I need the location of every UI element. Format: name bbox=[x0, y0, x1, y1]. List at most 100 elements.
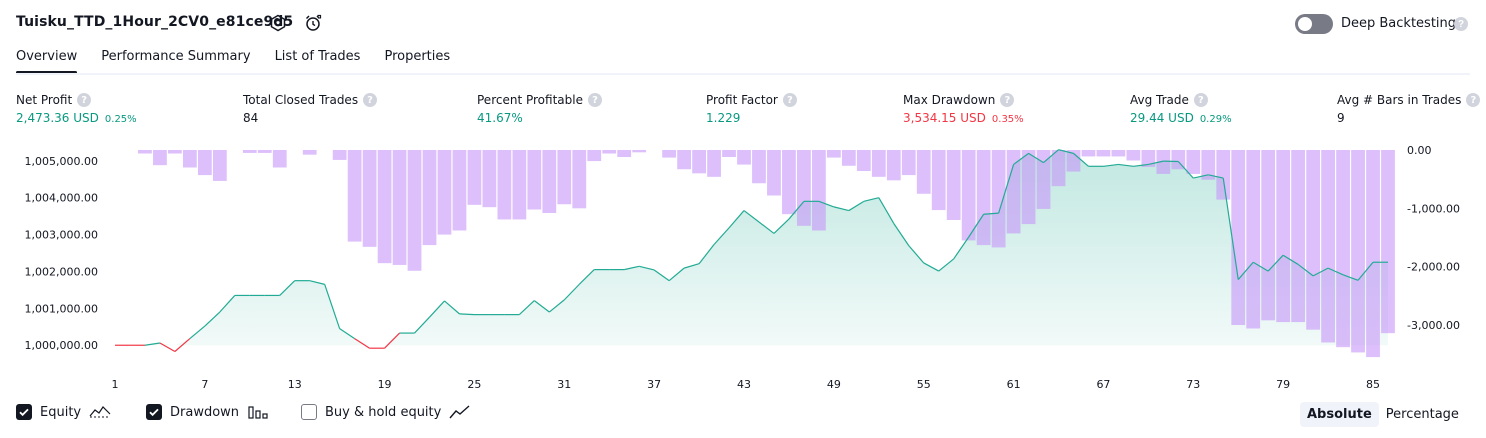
y-axis-right-tick: -3,000.00 bbox=[1407, 319, 1460, 332]
drawdown-bar bbox=[692, 150, 706, 174]
drawdown-bar bbox=[946, 150, 961, 220]
equity-area bbox=[115, 149, 1388, 346]
deep-backtesting-toggle[interactable] bbox=[1295, 14, 1333, 34]
drawdown-bar bbox=[677, 150, 691, 170]
metric-avg-bars-in-trades: Avg # Bars in Trades? 9 bbox=[1337, 93, 1481, 125]
drawdown-bar bbox=[1336, 150, 1350, 348]
drawdown-bar bbox=[901, 150, 916, 176]
drawdown-bar bbox=[542, 150, 557, 213]
drawdown-bar bbox=[752, 150, 766, 184]
drawdown-bar bbox=[812, 150, 826, 231]
drawdown-bar bbox=[737, 150, 751, 165]
drawdown-bars-icon bbox=[248, 406, 268, 419]
y-axis-left-tick: 1,001,000.00 bbox=[25, 302, 98, 315]
settings-gear-icon[interactable] bbox=[268, 13, 288, 33]
drawdown-bar bbox=[347, 150, 362, 242]
info-icon[interactable]: ? bbox=[363, 93, 378, 107]
drawdown-bar bbox=[602, 150, 617, 154]
metric-value: 2,473.36 USD bbox=[16, 111, 99, 125]
drawdown-bar bbox=[1216, 150, 1231, 200]
drawdown-bar bbox=[482, 150, 497, 208]
drawdown-bar bbox=[1186, 150, 1201, 174]
metric-value: 84 bbox=[243, 111, 259, 125]
metric-label: Percent Profitable bbox=[477, 93, 583, 107]
drawdown-bar bbox=[467, 150, 482, 205]
drawdown-bar bbox=[871, 150, 886, 177]
equity-checkbox[interactable] bbox=[16, 404, 32, 420]
drawdown-bar bbox=[557, 150, 572, 205]
x-axis-tick: 73 bbox=[1186, 378, 1200, 391]
drawdown-bar bbox=[407, 150, 422, 271]
x-axis-tick: 7 bbox=[201, 378, 208, 391]
drawdown-label: Drawdown bbox=[170, 404, 240, 420]
x-axis-tick: 61 bbox=[1007, 378, 1021, 391]
drawdown-bar bbox=[662, 150, 677, 158]
drawdown-bar bbox=[182, 150, 197, 168]
buy-hold-line-icon bbox=[449, 405, 470, 419]
drawdown-bar bbox=[1261, 150, 1276, 321]
metric-percent: 0.35% bbox=[991, 114, 1024, 125]
info-icon[interactable]: ? bbox=[587, 93, 602, 107]
drawdown-checkbox[interactable] bbox=[146, 404, 162, 420]
info-icon[interactable]: ? bbox=[1000, 93, 1015, 107]
x-axis-tick: 49 bbox=[827, 378, 841, 391]
drawdown-bar bbox=[153, 150, 167, 166]
tab-list-of-trades[interactable]: List of Trades bbox=[275, 48, 361, 74]
drawdown-bar bbox=[302, 150, 317, 155]
info-icon[interactable]: ? bbox=[782, 93, 797, 107]
drawdown-bar bbox=[1246, 150, 1261, 329]
metric-label: Avg Trade bbox=[1130, 93, 1189, 107]
absolute-button[interactable]: Absolute bbox=[1300, 401, 1379, 427]
metric-value: 9 bbox=[1337, 111, 1345, 125]
metric-value: 41.67% bbox=[477, 111, 523, 125]
metric-profit-factor: Profit Factor? 1.229 bbox=[706, 93, 797, 125]
drawdown-bar bbox=[1231, 150, 1246, 325]
y-axis-left-tick: 1,004,000.00 bbox=[25, 192, 98, 205]
drawdown-bar bbox=[826, 150, 841, 158]
drawdown-bar bbox=[617, 150, 632, 157]
info-icon[interactable]: ? bbox=[1466, 93, 1481, 107]
info-icon[interactable]: ? bbox=[77, 93, 92, 107]
drawdown-bar bbox=[1096, 150, 1111, 157]
tab-overview[interactable]: Overview bbox=[16, 48, 78, 74]
equity-line-segment bbox=[459, 313, 475, 316]
metric-label: Total Closed Trades bbox=[243, 93, 359, 107]
metric-value: 3,534.15 USD bbox=[903, 111, 986, 125]
equity-line-icon bbox=[89, 406, 111, 418]
metric-net-profit: Net Profit? 2,473.36 USD 0.25% bbox=[16, 93, 137, 125]
x-axis-tick: 37 bbox=[647, 378, 661, 391]
tab-performance-summary[interactable]: Performance Summary bbox=[101, 48, 250, 74]
drawdown-bar bbox=[976, 150, 991, 246]
metric-avg-trade: Avg Trade? 29.44 USD 0.29% bbox=[1130, 93, 1232, 125]
metric-label: Net Profit bbox=[16, 93, 73, 107]
deep-backtesting-help-icon[interactable]: ? bbox=[1454, 17, 1468, 31]
info-icon[interactable]: ? bbox=[1193, 93, 1208, 107]
legend-drawdown[interactable]: Drawdown bbox=[146, 404, 269, 420]
strategy-title: Tuisku_TTD_1Hour_2CV0_e81ce9d5 bbox=[16, 14, 294, 30]
drawdown-bar bbox=[632, 150, 647, 153]
deep-backtesting-label: Deep Backtesting bbox=[1341, 16, 1457, 31]
x-axis-tick: 67 bbox=[1096, 378, 1110, 391]
drawdown-bar bbox=[452, 150, 467, 231]
metric-total-closed-trades: Total Closed Trades? 84 bbox=[243, 93, 378, 125]
legend-buy-hold-equity[interactable]: Buy & hold equity bbox=[301, 404, 471, 420]
percentage-button[interactable]: Percentage bbox=[1379, 402, 1466, 427]
alarm-clock-icon[interactable] bbox=[303, 13, 323, 33]
x-axis-tick: 79 bbox=[1276, 378, 1290, 391]
equity-label: Equity bbox=[40, 404, 82, 420]
drawdown-bar bbox=[392, 150, 407, 265]
x-axis-tick: 25 bbox=[467, 378, 481, 391]
metric-value: 1.229 bbox=[706, 111, 741, 125]
tab-divider bbox=[16, 73, 1470, 75]
drawdown-bar bbox=[497, 150, 512, 220]
drawdown-bar bbox=[587, 150, 602, 162]
y-axis-left-tick: 1,000,000.00 bbox=[25, 339, 98, 352]
y-axis-right-tick: -1,000.00 bbox=[1407, 202, 1460, 215]
buy-hold-checkbox[interactable] bbox=[301, 404, 317, 420]
equity-drawdown-chart[interactable]: 1,005,000.00 1,004,000.00 1,003,000.00 1,00… bbox=[0, 140, 1486, 395]
tab-properties[interactable]: Properties bbox=[384, 48, 450, 74]
scale-toggle: Absolute Percentage bbox=[1300, 401, 1466, 427]
x-axis-tick: 13 bbox=[288, 378, 302, 391]
drawdown-bar bbox=[797, 150, 811, 226]
legend-equity[interactable]: Equity bbox=[16, 404, 111, 420]
